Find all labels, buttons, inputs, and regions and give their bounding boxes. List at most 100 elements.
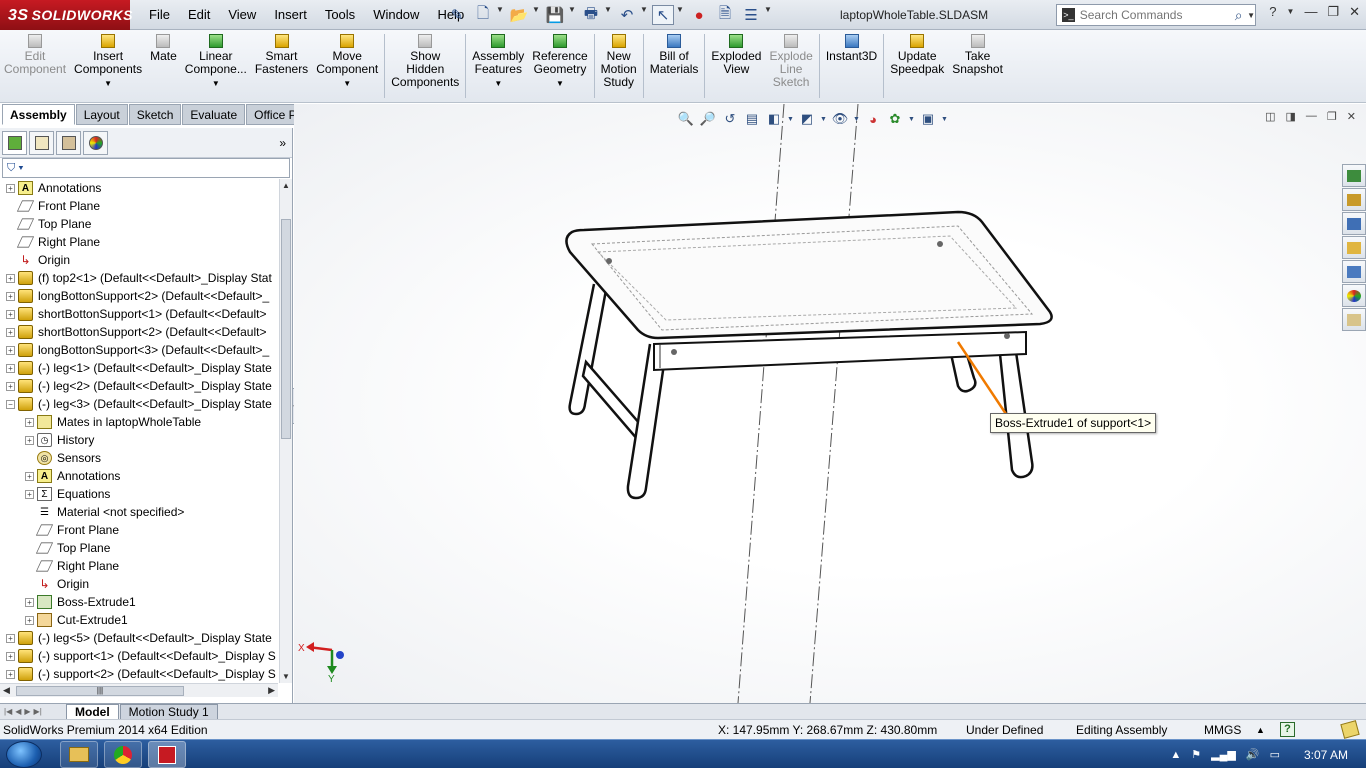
tree-item[interactable]: ↳ Origin	[25, 575, 89, 593]
tree-item[interactable]: Front Plane	[6, 197, 100, 215]
task-pane-tab[interactable]	[1342, 284, 1366, 307]
view-orientation-icon[interactable]: ◧	[764, 109, 784, 129]
expand-icon[interactable]: +	[25, 471, 34, 481]
start-button[interactable]	[6, 741, 42, 768]
chevron-down-icon[interactable]: ▼	[819, 109, 828, 129]
tab-layout[interactable]: Layout	[75, 104, 128, 125]
bottom-support-left[interactable]	[581, 359, 642, 443]
cmd-assembly-features[interactable]: Assembly Features ▼	[468, 30, 528, 102]
cmd-new-motion-study[interactable]: New Motion Study	[597, 30, 641, 102]
new-document-icon[interactable]: 🗋	[472, 5, 494, 25]
chevron-down-icon[interactable]: ▼	[764, 5, 772, 25]
search-commands-box[interactable]: >_ ⌕ ▼	[1056, 4, 1256, 26]
network-icon[interactable]: ▂▄▆	[1211, 748, 1236, 761]
search-input[interactable]	[1079, 8, 1235, 22]
tree-item[interactable]: ◎ Sensors	[25, 449, 101, 467]
cmd-exploded-view[interactable]: Exploded View	[707, 30, 765, 102]
expand-icon[interactable]: +	[6, 291, 15, 301]
minimize-icon[interactable]: —	[1306, 110, 1317, 123]
tree-item[interactable]: + Mates in laptopWholeTable	[25, 413, 201, 431]
menu-tools[interactable]: Tools	[316, 0, 364, 30]
options-icon[interactable]: ☰	[740, 5, 762, 25]
select-arrow-icon[interactable]: ↖	[652, 5, 674, 25]
task-pane-tab[interactable]	[1342, 260, 1366, 283]
tree-item[interactable]: + longBottonSupport<2> (Default<<Default>…	[6, 287, 269, 305]
expand-icon[interactable]: +	[25, 489, 34, 499]
cmd-edit-component[interactable]: Edit Component	[0, 30, 70, 102]
help-icon[interactable]: ?	[1280, 722, 1295, 737]
next-tab-icon[interactable]: ▶	[24, 707, 30, 716]
menu-insert[interactable]: Insert	[265, 0, 316, 30]
tab-evaluate[interactable]: Evaluate	[182, 104, 246, 125]
tree-item[interactable]: + A Annotations	[25, 467, 120, 485]
action-center-flag-icon[interactable]: ⚑	[1191, 748, 1201, 761]
task-pane-tab[interactable]	[1342, 188, 1366, 211]
expand-icon[interactable]: +	[25, 417, 34, 427]
split-view-icon[interactable]: ◫	[1265, 110, 1275, 123]
task-pane-tab[interactable]	[1342, 164, 1366, 187]
cmd-take-snapshot[interactable]: Take Snapshot	[948, 30, 1007, 102]
taskbar-solidworks[interactable]	[148, 741, 186, 768]
tab-sketch[interactable]: Sketch	[128, 104, 182, 125]
display-manager-tab[interactable]	[83, 130, 108, 155]
tree-item[interactable]: + Cut-Extrude1	[25, 611, 128, 629]
cmd-insert-components[interactable]: Insert Components ▼	[70, 30, 146, 102]
tree-item[interactable]: + (-) leg<5> (Default<<Default>_Display S…	[6, 629, 272, 647]
cmd-update-speedpak[interactable]: Update Speedpak	[886, 30, 948, 102]
scroll-thumb[interactable]: |||	[16, 686, 184, 696]
tree-item[interactable]: Top Plane	[6, 215, 91, 233]
chevron-down-icon[interactable]: ▼	[343, 77, 351, 90]
chevron-down-icon[interactable]: ▼	[212, 77, 220, 90]
feature-manager-tab[interactable]	[2, 130, 27, 155]
close-icon[interactable]: ✕	[1347, 110, 1356, 123]
tag-icon[interactable]	[1340, 720, 1360, 739]
tree-item[interactable]: Right Plane	[6, 233, 100, 251]
tab-assembly[interactable]: Assembly	[2, 104, 75, 125]
chevron-down-icon[interactable]: ▼	[786, 109, 795, 129]
previous-view-icon[interactable]: ↺	[720, 109, 740, 129]
tree-horizontal-scrollbar[interactable]: ◀ ||| ▶	[0, 683, 278, 697]
minimize-icon[interactable]: —	[1304, 4, 1317, 20]
tree-item[interactable]: + (-) support<1> (Default<<Default>_Displ…	[6, 647, 276, 665]
tree-item[interactable]: Front Plane	[25, 521, 119, 539]
chevron-down-icon[interactable]: ▼	[1287, 4, 1295, 20]
configuration-manager-tab[interactable]	[56, 130, 81, 155]
menu-window[interactable]: Window	[364, 0, 428, 30]
expand-icon[interactable]: +	[6, 633, 15, 643]
expand-icon[interactable]: +	[6, 273, 15, 283]
scroll-right-icon[interactable]: ▶	[268, 685, 275, 696]
cmd-instant3d[interactable]: Instant3D	[822, 30, 881, 102]
print-icon[interactable]: 🖶	[580, 5, 602, 25]
expand-icon[interactable]: +	[25, 615, 34, 625]
tree-item[interactable]: ☰ Material <not specified>	[25, 503, 184, 521]
tree-vertical-scrollbar[interactable]: ▲ ▼	[279, 179, 292, 683]
edit-appearance-icon[interactable]: ◕	[863, 109, 883, 129]
tree-item[interactable]: + (-) leg<1> (Default<<Default>_Display S…	[6, 359, 272, 377]
zoom-to-area-icon[interactable]: 🔎	[698, 109, 718, 129]
pin-icon[interactable]: ✎	[446, 5, 468, 25]
hide-show-items-icon[interactable]: 👁	[830, 109, 850, 129]
menu-edit[interactable]: Edit	[179, 0, 219, 30]
display-style-icon[interactable]: ◩	[797, 109, 817, 129]
apply-scene-icon[interactable]: ✿	[885, 109, 905, 129]
chevron-down-icon[interactable]: ▼	[640, 5, 648, 25]
expand-icon[interactable]: +	[6, 381, 15, 391]
tree-item[interactable]: + (-) support<2> (Default<<Default>_Displ…	[6, 665, 276, 683]
expand-icon[interactable]: +	[25, 435, 34, 445]
first-tab-icon[interactable]: |◀	[4, 707, 12, 716]
task-pane-tab[interactable]	[1342, 236, 1366, 259]
tree-filter[interactable]: ⛉ ▾	[2, 158, 290, 178]
bottom-tab-motion-study-1[interactable]: Motion Study 1	[119, 703, 218, 720]
tree-item[interactable]: + longBottonSupport<3> (Default<<Default>…	[6, 341, 269, 359]
expand-icon[interactable]: +	[6, 345, 15, 355]
chevron-down-icon[interactable]: ▼	[676, 5, 684, 25]
chevron-down-icon[interactable]: ▼	[852, 109, 861, 129]
expand-icon[interactable]: +	[6, 183, 15, 193]
units-up-icon[interactable]: ▲	[1256, 725, 1265, 735]
chevron-down-icon[interactable]: ▼	[604, 5, 612, 25]
tree-item[interactable]: + Σ Equations	[25, 485, 110, 503]
tree-item[interactable]: + (-) leg<2> (Default<<Default>_Display S…	[6, 377, 272, 395]
rebuild-traffic-light-icon[interactable]: ●	[688, 5, 710, 25]
cmd-reference-geometry[interactable]: Reference Geometry ▼	[528, 30, 591, 102]
file-properties-icon[interactable]: 🗎	[714, 5, 736, 25]
